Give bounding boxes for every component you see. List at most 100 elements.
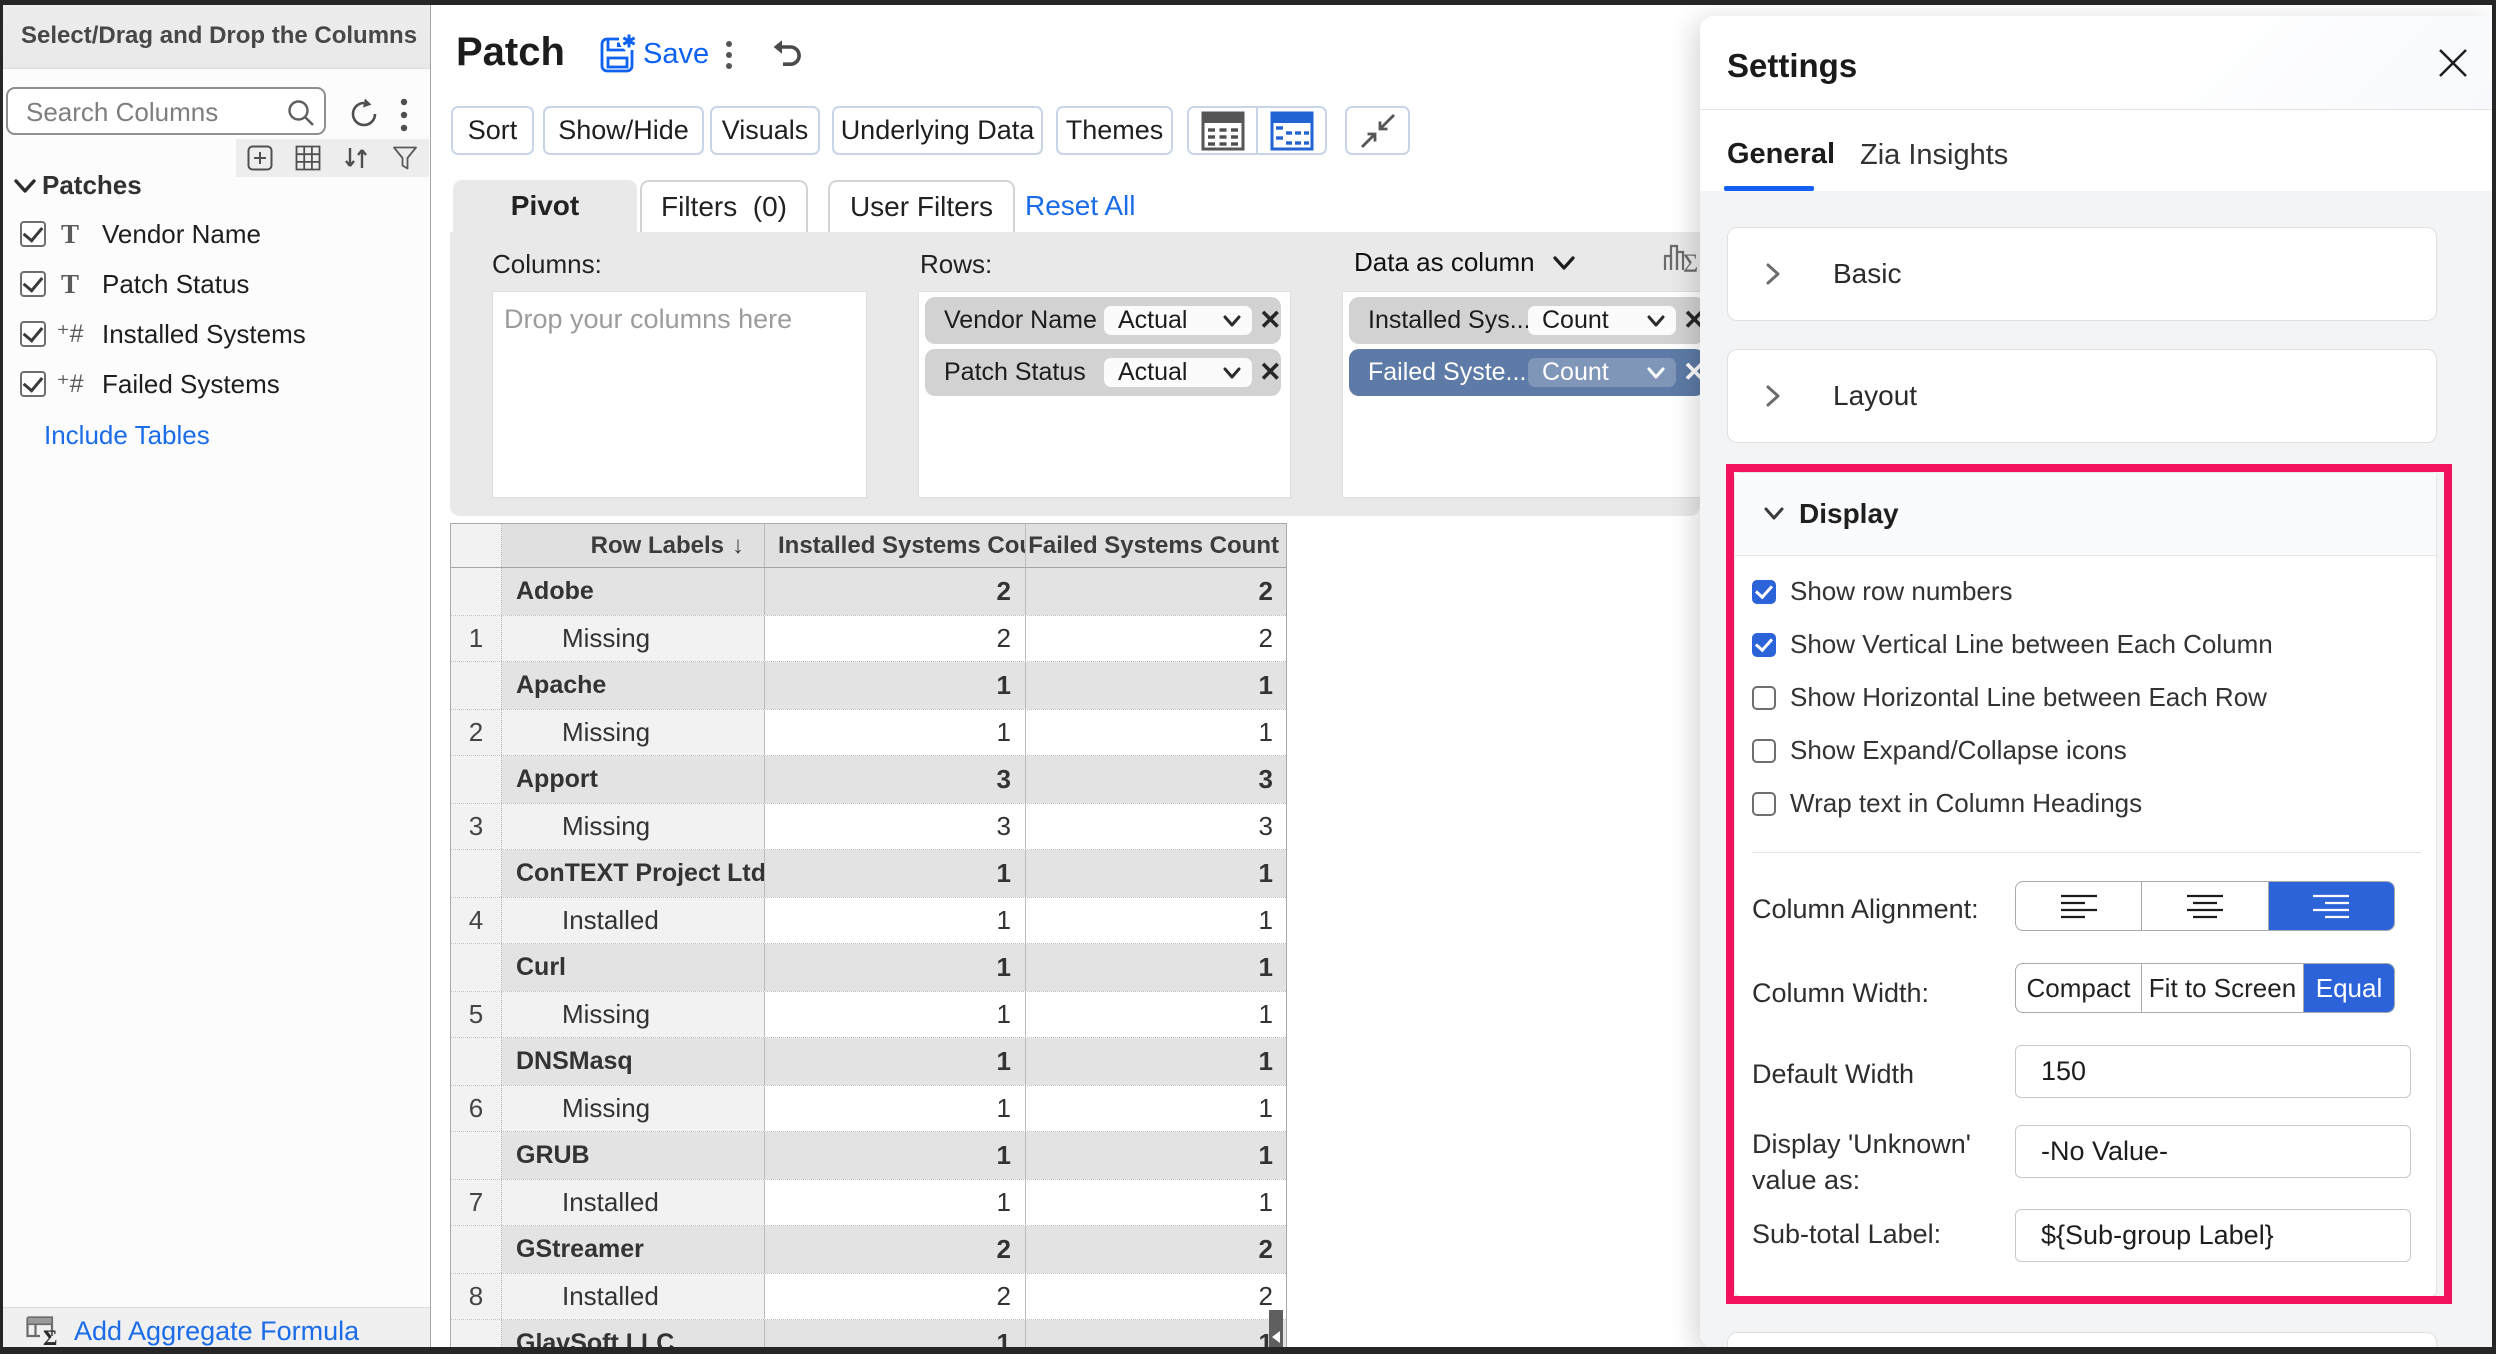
section-display: Display Show row numbers Show Vertical Li… [1734,472,2437,1297]
remove-pill-icon[interactable]: ✕ [1259,305,1282,336]
data-as-column-label[interactable]: Data as column [1354,247,1535,278]
include-tables-link[interactable]: Include Tables [44,420,210,451]
sidebar-field-failed-systems[interactable]: ⁺#Failed Systems [20,369,280,399]
column-width-fit[interactable]: Fit to Screen [2141,964,2303,1012]
app-frame: Select/Drag and Drop the Columns [0,0,2496,1354]
chevron-right-icon [1761,260,1785,288]
collapse-panel-button[interactable] [1345,106,1410,155]
patches-section-header[interactable]: Patches [12,170,142,201]
aggregate-select[interactable]: Actual [1104,306,1252,335]
section-basic[interactable]: Basic [1727,227,2437,321]
display-section-header[interactable]: Display [1735,473,2436,556]
filter-funnel-icon[interactable] [392,145,418,171]
tab-user-filters[interactable]: User Filters [828,180,1015,232]
display-option-show-horizontal-line-between-each-row[interactable]: Show Horizontal Line between Each Row [1752,682,2267,713]
settings-tab-general[interactable]: General [1727,138,1835,171]
field-pill-failed-syste-[interactable]: Failed Syste...Count✕ [1349,349,1705,396]
field-label: Vendor Name [102,219,261,250]
sidebar-field-installed-systems[interactable]: ⁺#Installed Systems [20,319,306,349]
subtotal-label: Sub-total Label: [1752,1219,1941,1250]
align-left-button[interactable] [2016,882,2141,930]
installed-value: 1 [764,1320,1025,1348]
display-option-show-vertical-line-between-each-column[interactable]: Show Vertical Line between Each Column [1752,629,2273,660]
subtotal-input[interactable] [2015,1209,2411,1262]
search-input[interactable] [26,97,266,127]
screenshot-border [0,1347,2496,1354]
failed-value: 1 [1025,850,1287,897]
tab-pivot[interactable]: Pivot [453,180,637,232]
checkbox[interactable] [1752,739,1776,763]
aggregate-select[interactable]: Actual [1104,358,1252,387]
checkbox[interactable] [1752,686,1776,710]
sidebar-kebab-menu-icon[interactable] [395,96,413,136]
rows-label: Rows: [920,249,992,280]
columns-dropzone[interactable]: Drop your columns here [492,291,867,498]
align-center-button[interactable] [2141,882,2267,930]
checkbox[interactable] [1752,633,1776,657]
checkbox[interactable] [20,271,46,297]
row-number-cell: 2 [451,710,502,755]
chevron-down-icon [1644,361,1668,385]
toolbar-button-show-hide[interactable]: Show/Hide [543,106,704,155]
table-view-icon [1200,110,1246,152]
aggregate-select[interactable]: Count [1528,306,1676,335]
add-aggregate-formula-link[interactable]: Add Aggregate Formula [74,1316,359,1347]
toolbar-button-underlying-data[interactable]: Underlying Data [832,106,1043,155]
display-unknown-input[interactable] [2015,1125,2411,1178]
reset-all-link[interactable]: Reset All [1025,180,1136,232]
table-view-button[interactable] [1189,108,1256,153]
row-number-cell: 6 [451,1086,502,1131]
undo-icon[interactable] [772,38,802,68]
vendor-cell: GStreamer [502,1226,764,1273]
aggregate-select[interactable]: Count [1528,358,1676,387]
display-option-show-expand-collapse-icons[interactable]: Show Expand/Collapse icons [1752,735,2127,766]
row-labels-header[interactable]: Row Labels↓ [502,524,764,567]
sidebar-field-patch-status[interactable]: TPatch Status [20,269,249,299]
display-option-show-row-numbers[interactable]: Show row numbers [1752,576,2013,607]
field-label: Patch Status [102,269,249,300]
display-option-wrap-text-in-column-headings[interactable]: Wrap text in Column Headings [1752,788,2142,819]
refresh-icon[interactable] [348,98,380,130]
field-pill-installed-sys-[interactable]: Installed Sys...Count✕ [1349,297,1705,344]
pivot-view-button[interactable] [1256,108,1325,153]
tab-filters[interactable]: Filters (0) [640,180,808,232]
column-width-compact[interactable]: Compact [2016,964,2141,1012]
checkbox[interactable] [1752,580,1776,604]
sidebar-field-vendor-name[interactable]: TVendor Name [20,219,261,249]
field-pill-vendor-name[interactable]: Vendor NameActual✕ [925,297,1281,344]
checkbox[interactable] [1752,792,1776,816]
settings-tab-zia-insights[interactable]: Zia Insights [1860,139,2008,172]
toolbar-button-sort[interactable]: Sort [451,106,534,155]
data-summary-icon[interactable]: Σ [1663,242,1703,276]
refresh-arrow-icon [348,98,380,130]
column-width-equal[interactable]: Equal [2303,964,2394,1012]
row-number-cell: 1 [451,616,502,661]
vendor-cell: GRUB [502,1132,764,1179]
close-icon[interactable] [2437,47,2469,79]
toolbar-button-visuals[interactable]: Visuals [710,106,820,155]
screenshot-border [0,0,3,1354]
remove-pill-icon[interactable]: ✕ [1259,357,1282,388]
installed-value: 2 [764,616,1025,661]
pivot-sub-row: 7Installed11 [451,1179,1286,1226]
sort-order-icon[interactable] [342,144,370,172]
grid-view-icon[interactable] [295,145,321,171]
add-column-icon[interactable] [247,145,273,171]
save-button[interactable]: Save [598,33,709,75]
section-layout[interactable]: Layout [1727,349,2437,443]
checkbox[interactable] [20,321,46,347]
rows-dropzone[interactable]: Vendor NameActual✕ Patch StatusActual✕ [918,291,1291,498]
table-scrollbar-thumb[interactable] [1269,1310,1283,1348]
installed-count-header[interactable]: Installed Systems Cou [764,524,1025,567]
toolbar-button-themes[interactable]: Themes [1056,106,1173,155]
field-pill-patch-status[interactable]: Patch StatusActual✕ [925,349,1281,396]
checkbox[interactable] [20,371,46,397]
field-label: Installed Systems [102,319,306,350]
align-right-button[interactable] [2268,882,2394,930]
row-number-cell [451,850,502,897]
header-kebab-menu-icon[interactable] [722,40,736,72]
default-width-input[interactable] [2015,1045,2411,1098]
checkbox[interactable] [20,221,46,247]
failed-count-header[interactable]: Failed Systems Count [1025,524,1287,567]
data-dropzone[interactable]: Installed Sys...Count✕ Failed Syste...Cou… [1342,291,1762,498]
